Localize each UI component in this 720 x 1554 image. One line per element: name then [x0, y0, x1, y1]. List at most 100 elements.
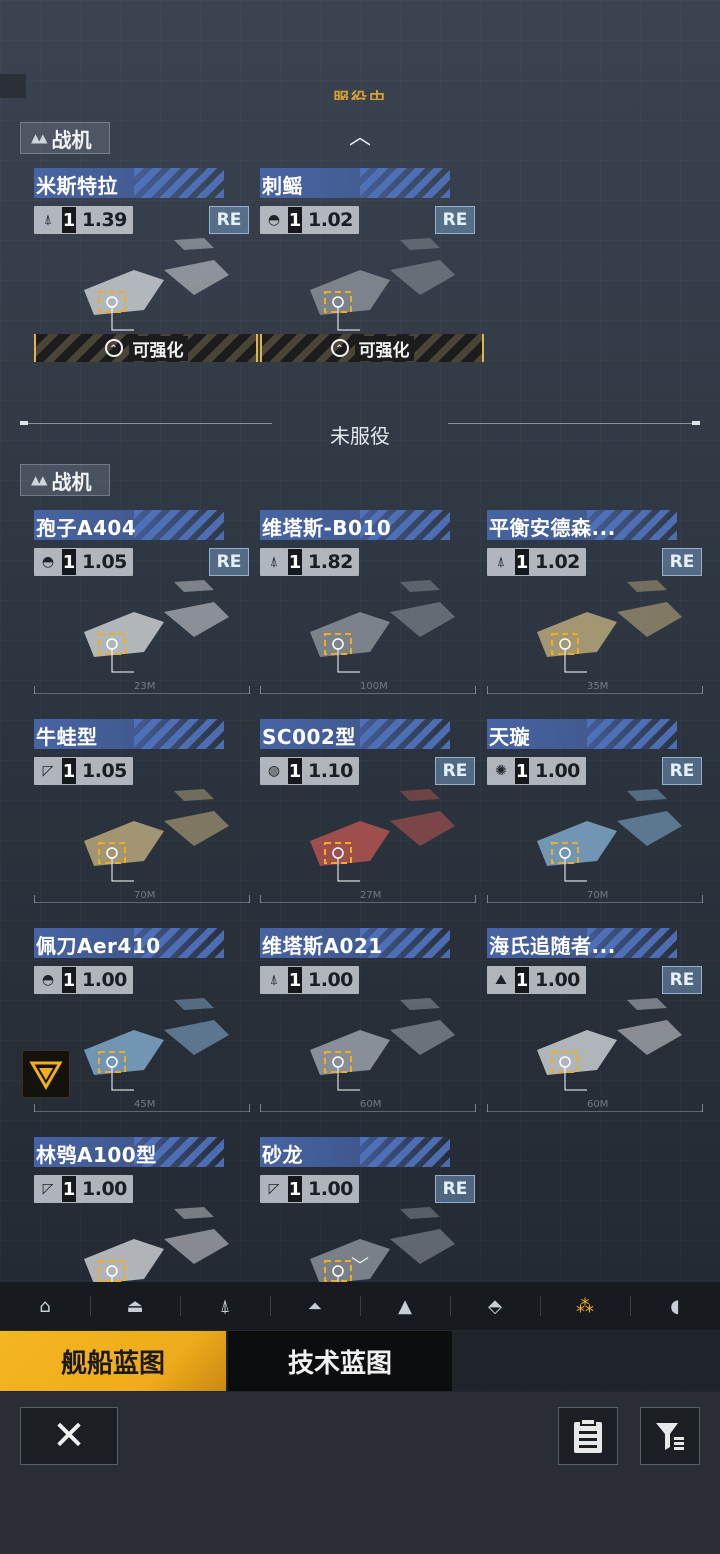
ship-rating: 1.02: [535, 551, 580, 573]
filter-dome[interactable]: ◖: [630, 1282, 720, 1330]
ship-rating: 1.00: [308, 969, 353, 991]
list-view-button[interactable]: [558, 1407, 618, 1465]
card-baseline: [487, 902, 703, 903]
divider-cap: [692, 421, 700, 425]
divider-label-not-in-service: 未服役: [330, 424, 390, 448]
ship-image: [280, 781, 470, 891]
card-tick: [702, 895, 703, 903]
ship-card[interactable]: 平衡安德森... ⍋ 1 1.02 RE 35M: [487, 510, 703, 700]
filter-icon: [656, 1423, 684, 1450]
card-tick: [249, 1104, 250, 1112]
ship-rating: 1.00: [82, 969, 127, 991]
ship-image: [54, 572, 244, 682]
divider-cap: [20, 421, 28, 425]
filter-fighter-group[interactable]: ⁂: [540, 1282, 630, 1330]
ship-size: 70M: [587, 890, 609, 901]
upgrade-label: 可强化: [354, 335, 414, 361]
rank-triangle-icon: [29, 1061, 63, 1090]
ship-rating: 1.00: [535, 760, 580, 782]
category-label: 战机: [51, 127, 92, 152]
filter-station[interactable]: ⌂: [0, 1282, 90, 1330]
ship-class-filter-bar: ⌂ ⏏ ⍋ ⏶ ▲ ⬘ ⁂ ◖: [0, 1282, 720, 1330]
ship-name: 佩刀Aer410: [36, 934, 161, 958]
card-tick: [34, 1104, 35, 1112]
ship-name: 孢子A404: [36, 516, 137, 540]
ship-image: [507, 990, 697, 1100]
card-baseline: [487, 1111, 703, 1112]
frigate-icon: ⍋: [219, 1295, 231, 1317]
upgrade-icon: ⌃: [330, 339, 349, 357]
dome-icon: ◖: [670, 1295, 680, 1317]
floating-rank-badge[interactable]: [22, 1050, 70, 1098]
fighter-group-icon: ▲▲: [31, 473, 48, 487]
card-tick: [702, 1104, 703, 1112]
card-baseline: [34, 693, 250, 694]
ship-card[interactable]: 牛蛙型 ◸ 1 1.05 70M: [34, 719, 250, 909]
ship-image: [54, 990, 244, 1100]
card-tick: [34, 686, 35, 694]
filter-button[interactable]: [640, 1407, 700, 1465]
ship-rating: 1.00: [535, 969, 580, 991]
ship-size: 45M: [134, 1099, 156, 1110]
close-button[interactable]: ✕: [20, 1407, 118, 1465]
divider-line: [28, 423, 272, 424]
ship-card[interactable]: SC002型 ◍ 1 1.10 RE 27M: [260, 719, 476, 909]
filter-destroyer[interactable]: ▲: [360, 1282, 450, 1330]
ship-image: [280, 990, 470, 1100]
ship-size: 100M: [360, 681, 388, 692]
ship-rating: 1.10: [308, 760, 353, 782]
carrier-icon: ⬘: [488, 1295, 502, 1317]
close-icon: ✕: [52, 1413, 86, 1459]
upgrade-icon: ⌃: [104, 339, 123, 357]
ship-card[interactable]: 海氏追随者... ⛰ 1 1.00 RE 60M: [487, 928, 703, 1118]
ship-card[interactable]: 孢子A404 ◓ 1 1.05 RE 23M: [34, 510, 250, 700]
capital-ship-icon: ⏏: [126, 1295, 144, 1317]
card-tick: [260, 895, 261, 903]
ship-size: 27M: [360, 890, 382, 901]
filter-carrier[interactable]: ⬘: [450, 1282, 540, 1330]
scroll-down-icon[interactable]: ﹀: [348, 1252, 372, 1277]
ship-card[interactable]: 维塔斯-B010 ⍋ 1 1.82 100M: [260, 510, 476, 700]
filter-capital-ship[interactable]: ⏏: [90, 1282, 180, 1330]
ship-name: 砂龙: [262, 1143, 303, 1167]
ship-name: 刺鳐: [262, 174, 303, 198]
ship-rating: 1.05: [82, 760, 127, 782]
ship-name: 天璇: [489, 725, 530, 749]
ship-card[interactable]: 维塔斯A021 ⍋ 1 1.00 60M: [260, 928, 476, 1118]
card-baseline: [34, 902, 250, 903]
filter-frigate[interactable]: ⍋: [180, 1282, 270, 1330]
tab-tech-blueprint[interactable]: 技术蓝图: [228, 1331, 452, 1391]
category-label: 战机: [51, 469, 92, 494]
ship-rating: 1.00: [308, 1178, 353, 1200]
fighter-group-icon: ▲▲: [31, 131, 48, 145]
ship-image: [507, 781, 697, 891]
card-tick: [487, 1104, 488, 1112]
filter-corvette[interactable]: ⏶: [270, 1282, 360, 1330]
ship-name: 维塔斯-B010: [262, 516, 392, 540]
upgrade-button[interactable]: ⌃ 可强化: [260, 334, 484, 362]
ship-rating: 1.39: [82, 209, 127, 231]
category-tag-fighter: ▲▲ 战机: [20, 464, 110, 496]
ship-image: [54, 781, 244, 891]
ship-name: 海氏追随者...: [489, 934, 616, 958]
tab-ship-blueprint[interactable]: 舰船蓝图: [0, 1331, 226, 1391]
ship-card[interactable]: 米斯特拉 ⍋ 1 1.39 RE: [34, 168, 250, 358]
card-tick: [487, 686, 488, 694]
ship-size: 35M: [587, 681, 609, 692]
card-baseline: [34, 1111, 250, 1112]
upgrade-button[interactable]: ⌃ 可强化: [34, 334, 258, 362]
ship-name: 平衡安德森...: [489, 516, 616, 540]
card-baseline: [487, 693, 703, 694]
card-tick: [249, 686, 250, 694]
collapse-button[interactable]: ︿: [345, 126, 375, 150]
card-tick: [260, 1104, 261, 1112]
ship-card[interactable]: 刺鳐 ◓ 1 1.02 RE: [260, 168, 476, 358]
ship-card[interactable]: 天璇 ✺ 1 1.00 RE 70M: [487, 719, 703, 909]
section-header-in-service: 服役中: [332, 89, 387, 100]
card-tick: [260, 686, 261, 694]
divider-line: [448, 423, 692, 424]
ship-image: [280, 230, 470, 340]
ship-size: 60M: [360, 1099, 382, 1110]
card-tick: [475, 686, 476, 694]
ship-image: [507, 572, 697, 682]
